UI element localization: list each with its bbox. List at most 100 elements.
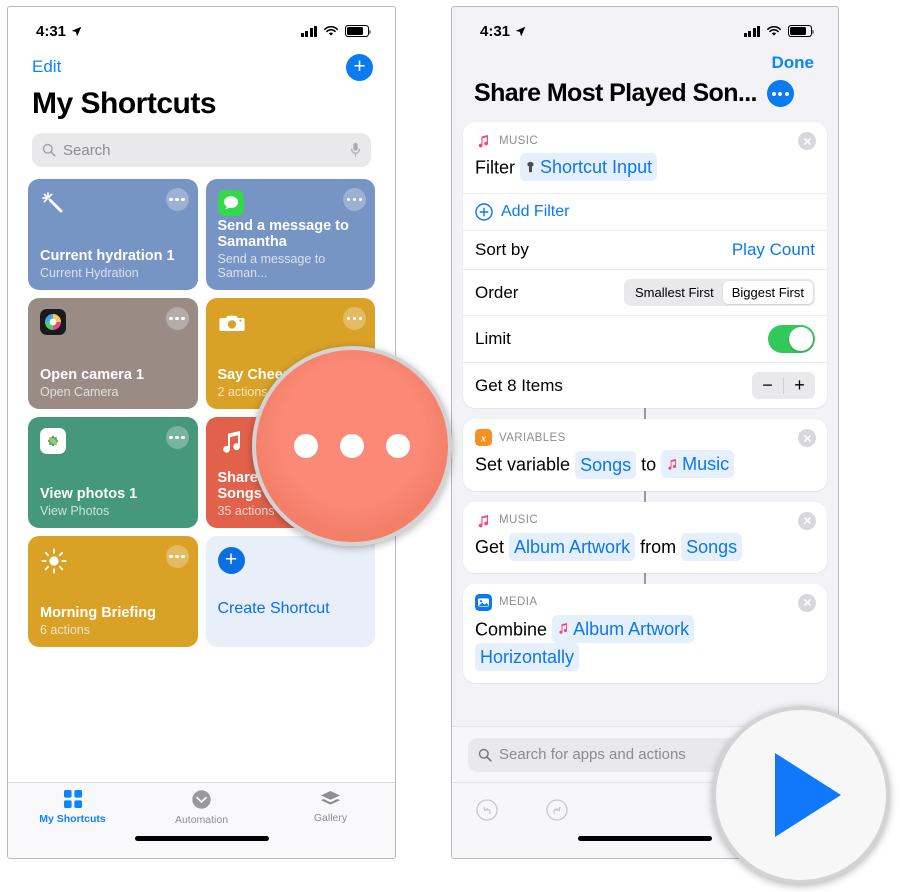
shortcut-tile-open-camera[interactable]: Open camera 1 Open Camera bbox=[28, 298, 198, 409]
variable-name-token[interactable]: Songs bbox=[575, 450, 637, 479]
token-label: Horizontally bbox=[480, 646, 575, 667]
tile-meta: Open camera 1 Open Camera bbox=[40, 367, 186, 399]
limit-toggle[interactable] bbox=[768, 325, 815, 354]
combine-label: Combine bbox=[475, 619, 548, 640]
screenshot-stage: 4:31 Edit + My Shortcuts Search Current … bbox=[0, 0, 900, 892]
microphone-icon[interactable] bbox=[350, 142, 361, 158]
nav-bar-left: Edit + bbox=[8, 47, 395, 83]
plus-circle-icon: + bbox=[217, 547, 245, 574]
tab-automation[interactable]: Automation bbox=[137, 783, 266, 831]
tile-ellipsis-button[interactable] bbox=[165, 188, 189, 211]
card-header: MEDIA bbox=[463, 584, 827, 613]
card-category: MUSIC bbox=[499, 514, 539, 527]
card-header: x VARIABLES bbox=[463, 419, 827, 448]
token-label: Album Artwork bbox=[514, 536, 631, 557]
segment-biggest-first[interactable]: Biggest First bbox=[722, 281, 813, 305]
row-sort-by[interactable]: Sort by Play Count bbox=[463, 230, 827, 269]
camera-icon bbox=[218, 315, 245, 331]
tile-ellipsis-button[interactable] bbox=[165, 426, 189, 449]
ellipsis-icon bbox=[294, 434, 410, 458]
status-right bbox=[743, 25, 815, 37]
tile-ellipsis-button[interactable] bbox=[165, 545, 189, 568]
sort-by-value[interactable]: Play Count bbox=[732, 240, 815, 260]
shortcut-input-token[interactable]: Shortcut Input bbox=[520, 153, 658, 182]
items-stepper[interactable]: − + bbox=[752, 372, 815, 400]
action-connector bbox=[644, 572, 646, 584]
media-app-icon bbox=[475, 593, 492, 611]
card-body: Get Album Artwork from Songs bbox=[463, 531, 827, 573]
songs-token[interactable]: Songs bbox=[681, 532, 743, 561]
status-bar-left: 4:31 bbox=[8, 7, 395, 47]
search-input[interactable]: Search bbox=[32, 133, 371, 167]
row-get-items[interactable]: Get 8 Items − + bbox=[463, 362, 827, 408]
shortcut-tile-view-photos[interactable]: View photos 1 View Photos bbox=[28, 417, 198, 528]
action-card-music-filter[interactable]: MUSIC Filter Shortcut Input Add Filter S… bbox=[463, 122, 827, 409]
close-circle-icon[interactable] bbox=[798, 593, 816, 612]
token-label: Album Artwork bbox=[573, 618, 690, 639]
card-body: Set variable Songs to Music bbox=[463, 448, 827, 491]
tab-gallery[interactable]: Gallery bbox=[266, 783, 395, 831]
edit-button[interactable]: Edit bbox=[32, 57, 61, 77]
tile-ellipsis-button[interactable] bbox=[343, 188, 366, 211]
stepper-minus-button[interactable]: − bbox=[752, 372, 783, 399]
segment-smallest-first[interactable]: Smallest First bbox=[626, 281, 723, 304]
order-segmented-control[interactable]: Smallest First Biggest First bbox=[624, 279, 815, 307]
tile-ellipsis-button[interactable] bbox=[343, 307, 366, 330]
sun-icon bbox=[41, 548, 67, 574]
tile-subtitle: View Photos bbox=[40, 504, 110, 518]
shortcut-tile-current-hydration[interactable]: Current hydration 1 Current Hydration bbox=[28, 179, 198, 290]
stepper-plus-button[interactable]: + bbox=[784, 372, 815, 399]
status-right bbox=[300, 25, 372, 37]
card-header: MUSIC bbox=[463, 122, 827, 151]
close-circle-icon[interactable] bbox=[798, 429, 816, 448]
tile-ellipsis-button[interactable] bbox=[165, 307, 189, 330]
location-arrow-icon bbox=[71, 26, 82, 36]
tab-my-shortcuts[interactable]: My Shortcuts bbox=[8, 783, 137, 831]
row-label: Limit bbox=[475, 329, 511, 349]
action-connector bbox=[644, 490, 646, 502]
to-label: to bbox=[641, 454, 657, 475]
action-card-set-variable[interactable]: x VARIABLES Set variable Songs to Music bbox=[463, 419, 827, 491]
plus-outline-icon bbox=[475, 203, 493, 221]
shortcut-tile-send-message-samantha[interactable]: Send a message to Samantha Send a messag… bbox=[205, 179, 375, 290]
home-indicator bbox=[578, 836, 712, 841]
music-variable-token[interactable]: Music bbox=[661, 450, 735, 479]
callout-ellipsis-button[interactable] bbox=[252, 346, 452, 546]
tile-subtitle: Send a message to Saman... bbox=[217, 252, 326, 280]
photos-app-icon bbox=[40, 428, 66, 454]
redo-circle-icon[interactable] bbox=[546, 799, 568, 821]
nav-bar-right: Done bbox=[452, 47, 838, 73]
row-limit[interactable]: Limit bbox=[463, 315, 827, 362]
close-circle-icon[interactable] bbox=[798, 511, 816, 530]
done-button[interactable]: Done bbox=[772, 53, 815, 73]
callout-play-button[interactable] bbox=[712, 706, 890, 884]
close-circle-icon[interactable] bbox=[798, 132, 816, 150]
action-card-get-album-artwork[interactable]: MUSIC Get Album Artwork from Songs bbox=[463, 501, 827, 573]
undo-circle-icon[interactable] bbox=[476, 799, 498, 821]
variables-x-icon: x bbox=[475, 429, 492, 447]
card-header: MUSIC bbox=[463, 502, 827, 531]
add-shortcut-button[interactable]: + bbox=[346, 53, 373, 81]
add-filter-button[interactable]: Add Filter bbox=[463, 193, 827, 230]
card-category: MEDIA bbox=[499, 596, 538, 609]
tab-label: My Shortcuts bbox=[39, 813, 106, 825]
magic-variable-icon bbox=[527, 161, 534, 172]
shortcut-tile-morning-briefing[interactable]: Morning Briefing 6 actions bbox=[28, 536, 198, 647]
tile-meta: Send a message to Samantha Send a messag… bbox=[218, 218, 364, 280]
shortcut-settings-button[interactable] bbox=[766, 80, 794, 107]
row-label: Get 8 Items bbox=[475, 375, 563, 395]
tile-meta: Morning Briefing 6 actions bbox=[40, 605, 186, 637]
album-artwork-token[interactable]: Album Artwork bbox=[552, 614, 695, 643]
page-title: My Shortcuts bbox=[32, 87, 217, 120]
action-card-combine-images[interactable]: MEDIA Combine Album Artwork Horizontally bbox=[463, 583, 827, 684]
row-order[interactable]: Order Smallest First Biggest First bbox=[463, 269, 827, 315]
horizontally-token[interactable]: Horizontally bbox=[475, 642, 580, 672]
battery-icon bbox=[345, 25, 372, 37]
tile-meta: View photos 1 View Photos bbox=[40, 486, 186, 518]
wifi-icon bbox=[324, 26, 338, 36]
tile-name: Open camera 1 bbox=[40, 366, 144, 383]
create-shortcut-tile[interactable]: + Create Shortcut bbox=[205, 536, 375, 647]
play-triangle-icon bbox=[775, 753, 841, 837]
location-arrow-icon bbox=[515, 26, 526, 36]
album-artwork-token[interactable]: Album Artwork bbox=[509, 532, 636, 561]
